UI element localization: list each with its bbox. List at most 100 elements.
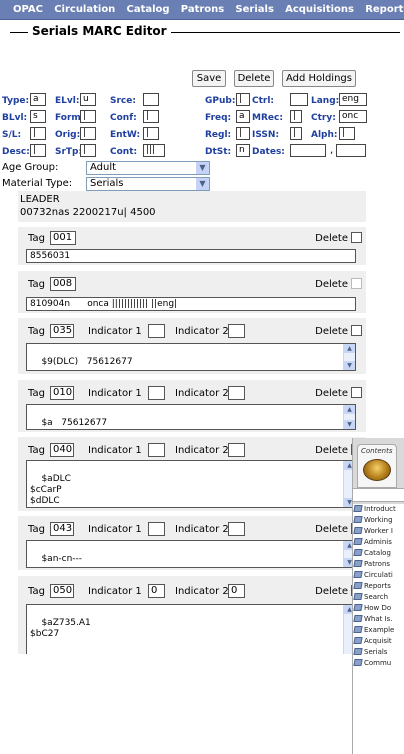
scroll-down-icon[interactable]: ▼ [344,361,355,370]
indicator-1-input[interactable] [148,522,165,536]
dtst-field[interactable]: n [236,144,250,157]
help-topic-item[interactable]: Commu [353,658,391,668]
type-field[interactable]: a [30,93,46,106]
field-value-input[interactable]: 8556031 [26,249,356,263]
help-topic-item[interactable]: Worker I [353,526,393,536]
field-value-textarea[interactable]: $a 75612677 ▲ ▼ [26,404,356,430]
nav-circulation[interactable]: Circulation [54,0,115,19]
indicator-2-input[interactable] [228,386,245,400]
nav-reports[interactable]: Reports [365,0,404,19]
help-topic-item[interactable]: Serials [353,647,387,657]
help-topic-item[interactable]: Adminis [353,537,392,547]
chevron-down-icon: ▼ [196,178,209,190]
srtp-field[interactable]: | [80,144,96,157]
ctrl-field[interactable] [290,93,308,106]
field-value-textarea[interactable]: $an-cn--- ▲ ▼ [26,540,356,568]
desc-field[interactable]: | [30,144,46,157]
dates-field-1[interactable] [290,144,326,157]
field-value-textarea[interactable]: $aZ735.A1 $bC27 ▲ [26,604,356,654]
scroll-down-icon[interactable]: ▼ [344,420,355,429]
book-icon [353,527,363,534]
material-type-select[interactable]: Serials ▼ [86,177,210,191]
desc-label: Desc: [2,147,30,157]
field-value-textarea[interactable]: $aDLC $cCarP $dDLC ▲ ▼ [26,460,356,508]
indicator-1-label: Indicator 1 [88,326,142,337]
age-group-select[interactable]: Adult ▼ [86,161,210,175]
help-topic-item[interactable]: Circulati [353,570,393,580]
indicator-2-input[interactable] [228,443,245,457]
indicator-2-input[interactable] [228,324,245,338]
issn-field[interactable]: | [290,127,302,140]
help-topic-item[interactable]: What Is. [353,614,393,624]
book-icon [353,571,363,578]
freq-field[interactable]: a [236,110,250,123]
gpub-label: GPub: [205,96,236,106]
nav-catalog[interactable]: Catalog [127,0,170,19]
gpub-field[interactable]: | [236,93,250,106]
sl-field[interactable]: | [30,127,46,140]
tag-input[interactable]: 008 [50,277,76,291]
nav-acquisitions[interactable]: Acquisitions [285,0,354,19]
help-topic-list: Introduct Working Worker I Adminis Catal… [353,504,404,754]
nav-opac[interactable]: OPAC [13,0,43,19]
help-topic-item[interactable]: Catalog [353,548,391,558]
textarea-scrollbar[interactable]: ▲ ▼ [343,405,355,429]
help-topic-item[interactable]: Working [353,515,393,525]
indicator-2-label: Indicator 2 [175,586,229,597]
orig-field[interactable]: | [80,127,96,140]
indicator-1-input[interactable]: 0 [148,584,165,598]
leader-value: 00732nas 2200217u| 4500 [20,207,156,218]
lang-field[interactable]: eng [339,93,367,106]
age-group-value: Adult [90,162,117,173]
indicator-1-input[interactable] [148,443,165,457]
indicator-2-input[interactable]: 0 [228,584,245,598]
tag-input[interactable]: 010 [50,386,74,400]
blvl-field[interactable]: s [30,110,46,123]
textarea-scrollbar[interactable]: ▲ ▼ [343,344,355,370]
help-topic-item[interactable]: Introduct [353,504,396,514]
indicator-2-input[interactable] [228,522,245,536]
alph-field[interactable]: | [339,127,355,140]
marc-field-010: Tag 010 Indicator 1 Indicator 2 Delete $… [18,380,366,432]
help-topic-item[interactable]: Example [353,625,394,635]
field-value-text: $9(DLC) 75612677 [41,357,133,367]
material-type-label: Material Type: [2,178,73,189]
tag-input[interactable]: 050 [50,584,74,598]
conf-field[interactable]: | [143,110,159,123]
delete-checkbox[interactable] [351,278,362,289]
mrec-field[interactable]: | [290,110,302,123]
help-topic-item[interactable]: Acquisit [353,636,392,646]
form-field[interactable]: | [80,110,96,123]
tag-input[interactable]: 040 [50,443,74,457]
help-topic-item[interactable]: Search [353,592,388,602]
elvl-field[interactable]: u [80,93,96,106]
help-topic-item[interactable]: Patrons [353,559,390,569]
indicator-1-input[interactable] [148,324,165,338]
delete-checkbox[interactable] [351,325,362,336]
tag-input[interactable]: 001 [50,231,76,245]
save-button[interactable]: Save [192,70,226,87]
scroll-up-icon[interactable]: ▲ [344,344,355,353]
indicator-1-input[interactable] [148,386,165,400]
ctry-field[interactable]: onc [339,110,367,123]
book-icon [353,637,363,644]
tag-input[interactable]: 043 [50,522,74,536]
tag-input[interactable]: 035 [50,324,74,338]
dates-field-2[interactable] [336,144,366,157]
help-topic-item[interactable]: Reports [353,581,391,591]
field-value-textarea[interactable]: $9(DLC) 75612677 ▲ ▼ [26,343,356,371]
delete-checkbox[interactable] [351,387,362,398]
nav-patrons[interactable]: Patrons [181,0,224,19]
field-value-input[interactable]: 810904n onca |||||||||||| ||eng| [26,297,356,311]
srce-field[interactable] [143,93,159,106]
help-contents-tab[interactable]: Contents [357,444,397,488]
regl-field[interactable]: | [236,127,250,140]
nav-serials[interactable]: Serials [235,0,273,19]
delete-button[interactable]: Delete [234,70,274,87]
entw-field[interactable]: | [143,127,159,140]
add-holdings-button[interactable]: Add Holdings [282,70,356,87]
cont-field[interactable]: ||| [143,144,165,157]
help-topic-item[interactable]: How Do [353,603,391,613]
scroll-up-icon[interactable]: ▲ [344,405,355,414]
delete-checkbox[interactable] [351,232,362,243]
